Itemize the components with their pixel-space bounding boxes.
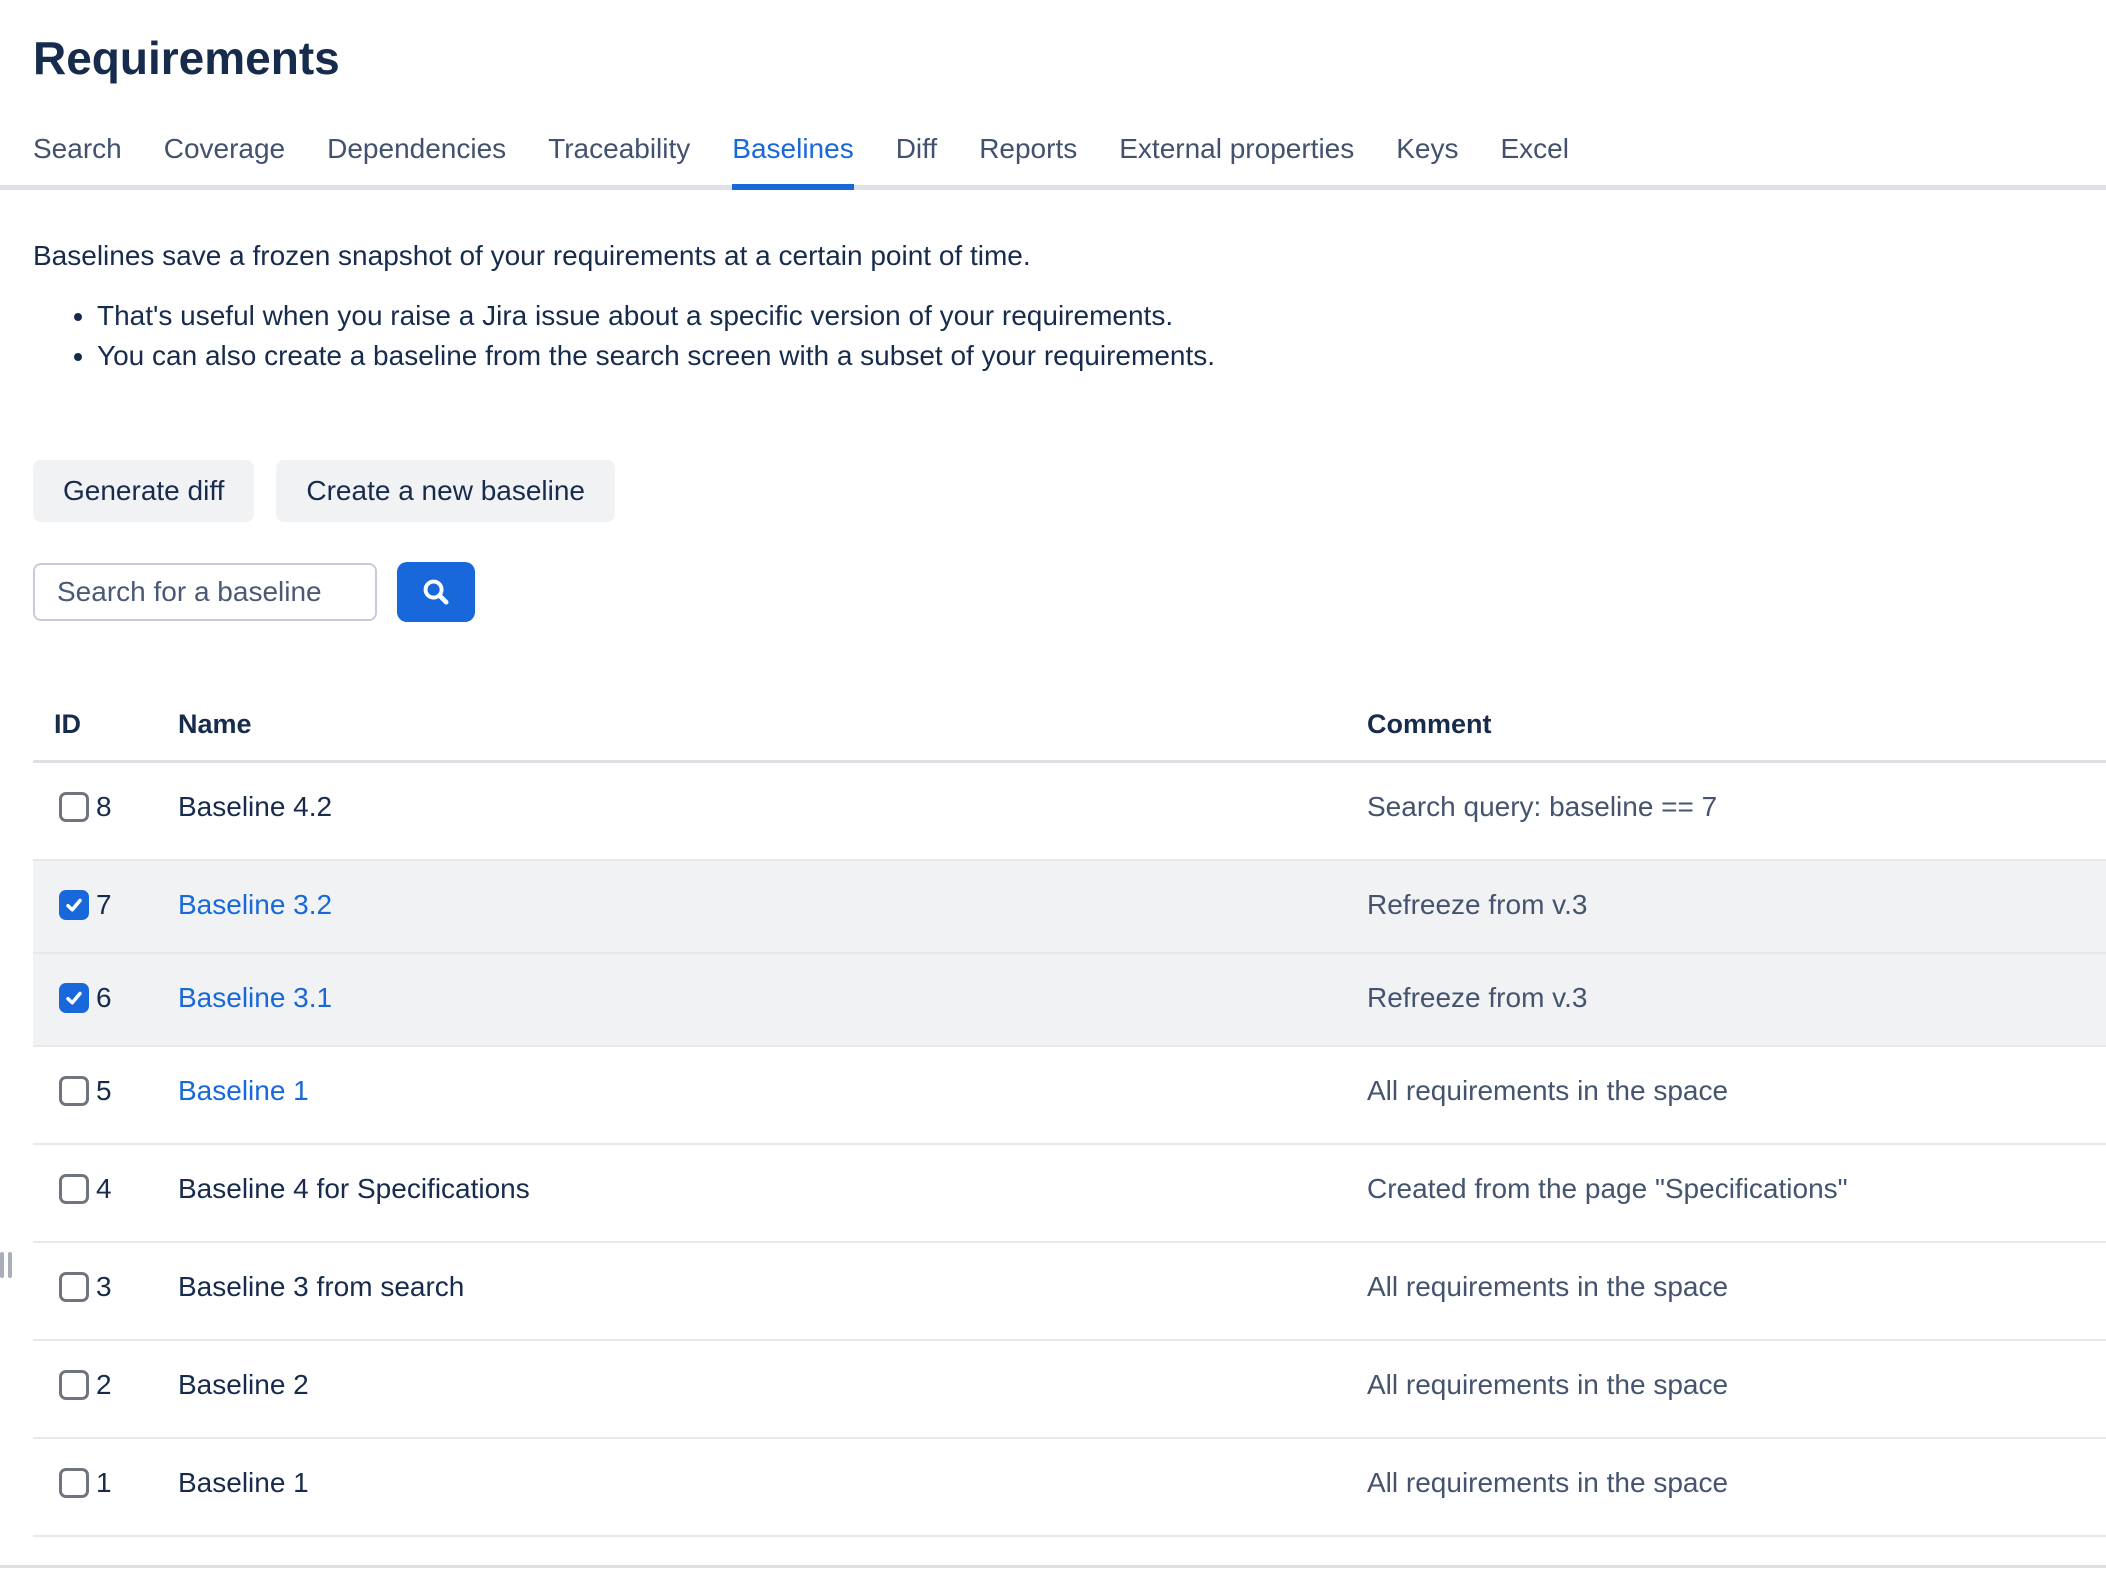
row-id: 6 — [96, 980, 112, 1016]
table-row: 7 Baseline 3.2 Refreeze from v.3 — [33, 860, 2106, 953]
table-row: 2 Baseline 2 All requirements in the spa… — [33, 1340, 2106, 1438]
row-checkbox[interactable] — [59, 1370, 89, 1400]
baseline-name: Baseline 4.2 — [178, 791, 332, 822]
intro-section: Baselines save a frozen snapshot of your… — [33, 236, 2106, 376]
tab-label: Reports — [979, 133, 1077, 164]
table-row: 8 Baseline 4.2 Search query: baseline ==… — [33, 762, 2106, 861]
baseline-comment: Refreeze from v.3 — [1367, 860, 2106, 953]
row-checkbox[interactable] — [59, 792, 89, 822]
intro-bullet-list: That's useful when you raise a Jira issu… — [33, 296, 2106, 376]
table-row: 6 Baseline 3.1 Refreeze from v.3 — [33, 953, 2106, 1046]
table-row: 5 Baseline 1 All requirements in the spa… — [33, 1046, 2106, 1144]
tab-excel[interactable]: Excel — [1501, 132, 1569, 190]
row-checkbox[interactable] — [59, 983, 89, 1013]
baseline-name: Baseline 1 — [178, 1467, 309, 1498]
table-header-row: ID Name Comment — [33, 692, 2106, 762]
baseline-comment: All requirements in the space — [1367, 1242, 2106, 1340]
create-baseline-button[interactable]: Create a new baseline — [276, 460, 615, 522]
baseline-table-body: 8 Baseline 4.2 Search query: baseline ==… — [33, 762, 2106, 1537]
baseline-name: Baseline 2 — [178, 1369, 309, 1400]
tab-baselines[interactable]: Baselines — [732, 132, 853, 190]
baseline-name[interactable]: Baseline 3.1 — [178, 982, 332, 1013]
check-icon — [64, 988, 84, 1008]
tab-reports[interactable]: Reports — [979, 132, 1077, 190]
row-checkbox[interactable] — [59, 1272, 89, 1302]
baseline-comment: All requirements in the space — [1367, 1340, 2106, 1438]
tab-label: Diff — [896, 133, 938, 164]
row-id: 2 — [96, 1367, 112, 1403]
column-header-id: ID — [33, 692, 178, 762]
column-header-name: Name — [178, 692, 1367, 762]
intro-bullet: You can also create a baseline from the … — [97, 336, 2106, 376]
table-row: 1 Baseline 1 All requirements in the spa… — [33, 1438, 2106, 1536]
action-buttons: Generate diff Create a new baseline — [33, 460, 2106, 522]
tab-bar: Search Coverage Dependencies Traceability Ba… — [0, 132, 2106, 190]
row-id: 5 — [96, 1073, 112, 1109]
tab-coverage[interactable]: Coverage — [164, 132, 285, 190]
tab-label: Coverage — [164, 133, 285, 164]
row-checkbox[interactable] — [59, 1076, 89, 1106]
tab-keys[interactable]: Keys — [1396, 132, 1458, 190]
search-input[interactable] — [33, 563, 377, 621]
intro-bullet: That's useful when you raise a Jira issu… — [97, 296, 2106, 336]
row-checkbox[interactable] — [59, 890, 89, 920]
tab-label: Baselines — [732, 133, 853, 164]
baseline-comment: Refreeze from v.3 — [1367, 953, 2106, 1046]
baseline-name[interactable]: Baseline 1 — [178, 1075, 309, 1106]
row-id: 4 — [96, 1171, 112, 1207]
tab-label: Keys — [1396, 133, 1458, 164]
tab-label: Dependencies — [327, 133, 506, 164]
page-title: Requirements — [33, 30, 2106, 86]
tab-label: Traceability — [548, 133, 690, 164]
row-checkbox[interactable] — [59, 1468, 89, 1498]
tab-label: Search — [33, 133, 122, 164]
tab-external-properties[interactable]: External properties — [1119, 132, 1354, 190]
check-icon — [64, 895, 84, 915]
baseline-name: Baseline 4 for Specifications — [178, 1173, 530, 1204]
baseline-table: ID Name Comment 8 Baseline 4.2 Search qu… — [33, 692, 2106, 1537]
tab-dependencies[interactable]: Dependencies — [327, 132, 506, 190]
tab-diff[interactable]: Diff — [896, 132, 938, 190]
bottom-divider — [0, 1565, 2106, 1568]
search-button[interactable] — [397, 562, 475, 622]
tab-search[interactable]: Search — [33, 132, 122, 190]
baseline-comment: All requirements in the space — [1367, 1046, 2106, 1144]
row-id: 8 — [96, 789, 112, 825]
generate-diff-button[interactable]: Generate diff — [33, 460, 254, 522]
baseline-comment: All requirements in the space — [1367, 1438, 2106, 1536]
search-row — [33, 562, 2106, 622]
tab-label: Excel — [1501, 133, 1569, 164]
baseline-comment: Search query: baseline == 7 — [1367, 762, 2106, 861]
resize-handle-icon[interactable] — [0, 1252, 12, 1278]
tab-traceability[interactable]: Traceability — [548, 132, 690, 190]
baseline-name: Baseline 3 from search — [178, 1271, 464, 1302]
row-id: 7 — [96, 887, 112, 923]
search-icon — [419, 575, 453, 609]
baseline-name[interactable]: Baseline 3.2 — [178, 889, 332, 920]
row-checkbox[interactable] — [59, 1174, 89, 1204]
tab-label: External properties — [1119, 133, 1354, 164]
table-row: 4 Baseline 4 for Specifications Created … — [33, 1144, 2106, 1242]
table-row: 3 Baseline 3 from search All requirement… — [33, 1242, 2106, 1340]
row-id: 1 — [96, 1465, 112, 1501]
column-header-comment: Comment — [1367, 692, 2106, 762]
row-id: 3 — [96, 1269, 112, 1305]
baseline-comment: Created from the page "Specifications" — [1367, 1144, 2106, 1242]
intro-text: Baselines save a frozen snapshot of your… — [33, 236, 2106, 276]
